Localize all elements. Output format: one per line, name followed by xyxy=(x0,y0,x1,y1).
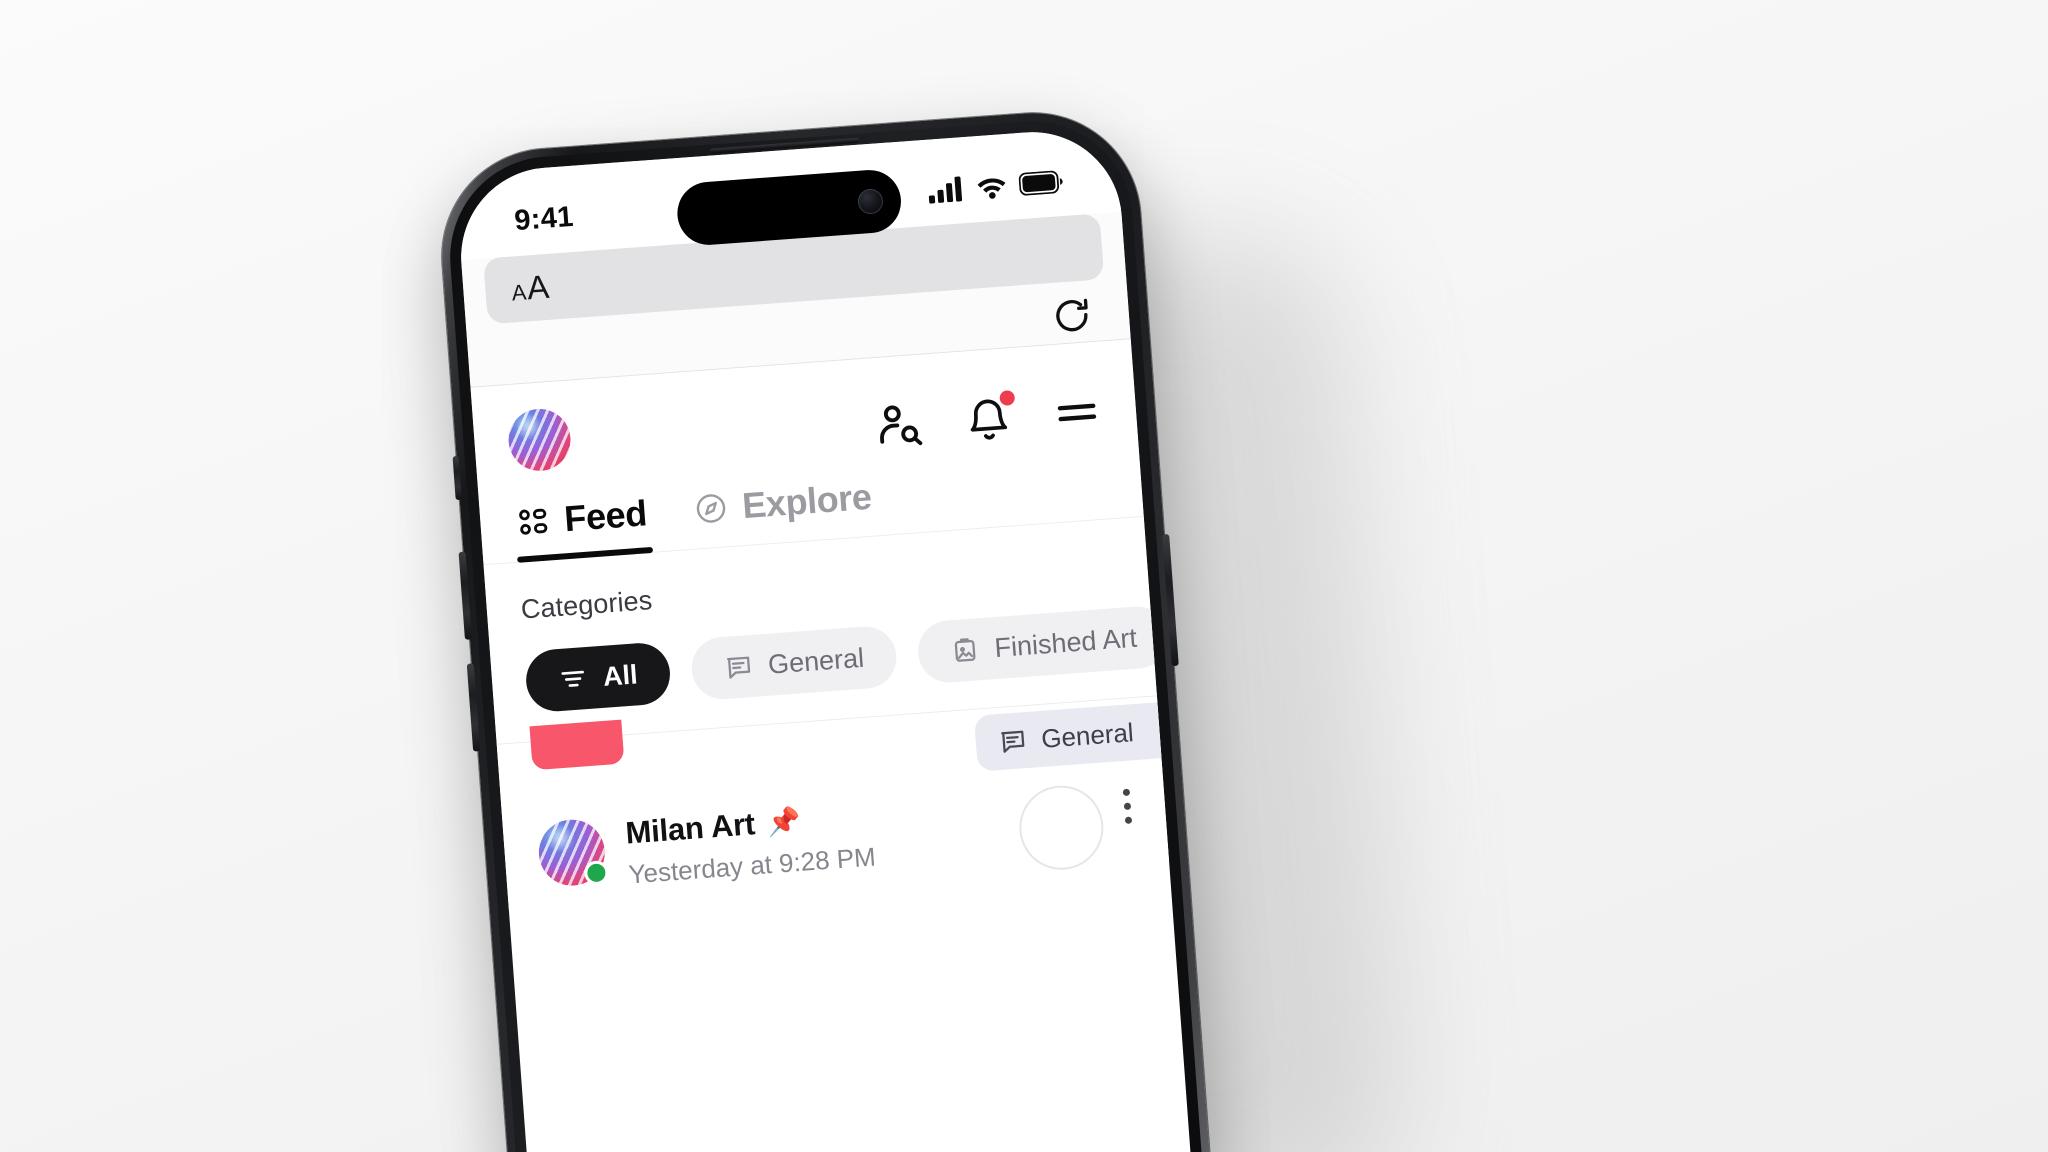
category-chip-general[interactable]: General xyxy=(689,624,899,702)
post-author-name[interactable]: Milan Art xyxy=(624,806,756,851)
image-frame-icon xyxy=(954,638,976,662)
notifications-bell-icon[interactable] xyxy=(963,389,1016,449)
gradient-sphere-logo[interactable] xyxy=(506,406,573,474)
hamburger-menu-icon[interactable] xyxy=(1050,386,1104,445)
pin-icon: 📌 xyxy=(765,805,802,839)
feed-list: General Milan Art 📌 Yesterday at 9:28 PM xyxy=(496,695,1170,911)
layout-grid-icon xyxy=(519,508,548,535)
category-chip-all[interactable]: All xyxy=(523,641,672,714)
scene: 9:41 A A Feed Explore Categories All Gen… xyxy=(0,0,2048,1152)
front-camera-lens xyxy=(857,188,884,215)
category-chip-list: All General Finished Art xyxy=(523,592,1199,714)
chat-bubble-icon xyxy=(726,656,750,679)
post-meta: Milan Art 📌 Yesterday at 9:28 PM xyxy=(624,789,999,891)
avatar[interactable] xyxy=(536,817,610,888)
reload-icon[interactable] xyxy=(1049,294,1094,339)
notification-badge-dot xyxy=(999,389,1016,407)
text-size-aa-button[interactable]: AA xyxy=(510,267,551,309)
tab-explore-label: Explore xyxy=(740,475,873,527)
status-time: 9:41 xyxy=(513,200,575,237)
tab-feed-label: Feed xyxy=(562,492,649,540)
aa-small-letter: A xyxy=(510,279,528,306)
reaction-bubble[interactable] xyxy=(1016,782,1107,873)
wifi-icon xyxy=(977,177,1006,199)
category-chip-finished-art-label: Finished Art xyxy=(993,622,1138,663)
cellular-signal-icon xyxy=(928,175,963,204)
category-chip-general-label: General xyxy=(766,642,865,680)
tab-feed[interactable]: Feed xyxy=(513,492,649,562)
filter-lines-icon xyxy=(561,670,584,687)
aa-large-letter: A xyxy=(525,267,551,307)
compass-icon xyxy=(697,494,726,523)
feed-post-card[interactable]: General Milan Art 📌 Yesterday at 9:28 PM xyxy=(496,696,1170,911)
battery-full-icon xyxy=(1018,170,1063,196)
chat-bubble-icon xyxy=(1000,730,1024,753)
iphone-mockup: 9:41 A A Feed Explore Categories All Gen… xyxy=(434,105,1220,1152)
find-people-icon[interactable] xyxy=(873,399,927,458)
online-status-dot xyxy=(583,860,610,886)
pinned-color-tag xyxy=(529,719,625,771)
category-chip-finished-art[interactable]: Finished Art xyxy=(915,604,1171,685)
status-indicators xyxy=(926,152,1064,204)
post-category-badge[interactable]: General xyxy=(973,702,1162,772)
phone-screen: 9:41 A A Feed Explore Categories All Gen… xyxy=(454,125,1199,1152)
kebab-menu-icon[interactable] xyxy=(1122,779,1133,825)
post-category-badge-label: General xyxy=(1040,716,1135,754)
category-chip-all-label: All xyxy=(601,658,639,692)
